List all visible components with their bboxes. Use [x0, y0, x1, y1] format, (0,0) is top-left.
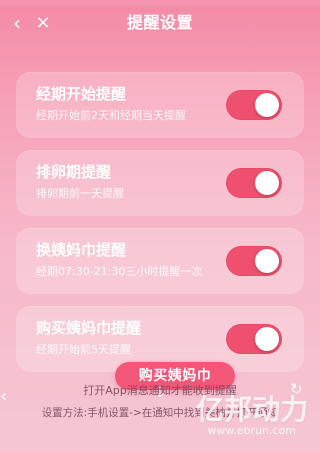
watermark-logo: 亿邦动力: [195, 393, 308, 426]
buy-pad-toggle[interactable]: [226, 324, 282, 354]
toggle-knob: [255, 171, 279, 195]
card-title: 换姨妈巾提醒: [36, 241, 127, 259]
card-subtitle: 经期开始前5天提醒: [36, 343, 131, 356]
toggle-knob: [255, 327, 279, 351]
ovulation-reminder-card: 排卵期提醒 排卵期前一天提醒: [16, 150, 304, 216]
card-title: 经期开始提醒: [36, 85, 127, 103]
card-title: 排卵期提醒: [36, 163, 112, 181]
page-header: ‹ × 提醒设置: [0, 10, 320, 38]
period-start-reminder-card: 经期开始提醒 经期开始前2天和经期当天提醒: [16, 72, 304, 138]
card-subtitle: 排卵期前一天提醒: [36, 187, 124, 200]
page-title: 提醒设置: [126, 13, 193, 32]
status-bar: [0, 0, 320, 6]
toggle-knob: [255, 249, 279, 273]
card-title: 购买姨妈巾提醒: [36, 319, 142, 337]
card-subtitle: 经期07:30-21:30三小时提醒一次: [36, 265, 203, 278]
toggle-knob: [255, 93, 279, 117]
card-subtitle: 经期开始前2天和经期当天提醒: [36, 109, 186, 122]
period-start-toggle[interactable]: [226, 90, 282, 120]
watermark-url: www.ebrun.com: [207, 424, 296, 437]
change-pad-reminder-card: 换姨妈巾提醒 经期07:30-21:30三小时提醒一次: [16, 228, 304, 294]
ovulation-toggle[interactable]: [226, 168, 282, 198]
change-pad-toggle[interactable]: [226, 246, 282, 276]
